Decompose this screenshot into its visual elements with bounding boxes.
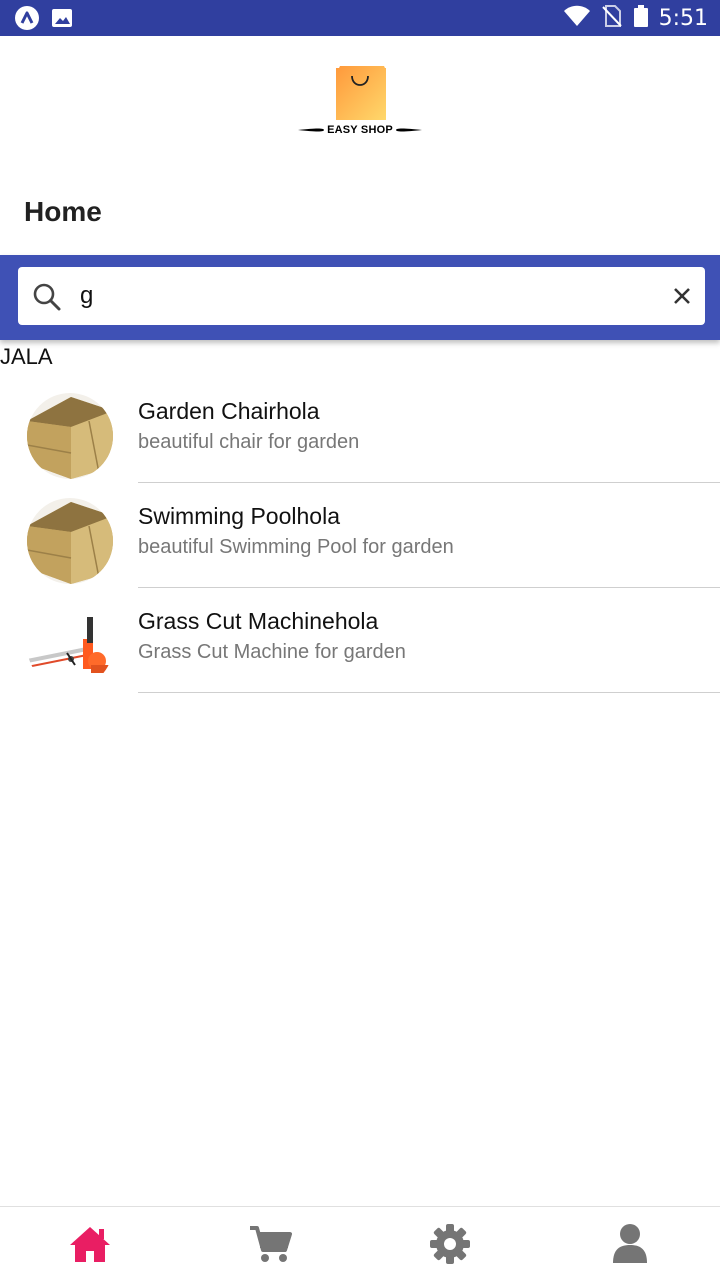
close-icon[interactable] [671, 285, 693, 307]
status-time: 5:51 [658, 5, 708, 31]
search-input[interactable] [80, 275, 640, 317]
battery-icon [633, 4, 649, 33]
easy-shop-logo: EASY SHOP [296, 62, 424, 140]
product-subtitle: beautiful chair for garden [138, 431, 360, 453]
product-title: Garden Chairhola [138, 398, 320, 424]
tab-cart[interactable] [180, 1207, 360, 1280]
cart-icon [250, 1226, 292, 1262]
wifi-icon [563, 4, 591, 33]
page-title: Home [24, 196, 102, 227]
search-bar-container [0, 255, 720, 340]
product-list: Garden Chairhola beautiful chair for gar… [0, 378, 720, 693]
bottom-nav [0, 1206, 720, 1280]
image-icon [50, 6, 74, 35]
product-title: Grass Cut Machinehola [138, 608, 379, 634]
user-icon [613, 1224, 647, 1263]
tab-profile[interactable] [540, 1207, 720, 1280]
app-launcher-icon [14, 5, 40, 36]
list-item[interactable]: Garden Chairhola beautiful chair for gar… [0, 378, 720, 483]
category-label: JALA [0, 344, 53, 369]
product-image [27, 498, 113, 584]
product-image [27, 393, 113, 479]
product-image [27, 603, 113, 689]
product-subtitle: Grass Cut Machine for garden [138, 641, 406, 663]
settings-icon [430, 1224, 470, 1264]
list-item[interactable]: Grass Cut Machinehola Grass Cut Machine … [0, 588, 720, 693]
tab-settings[interactable] [360, 1207, 540, 1280]
no-sim-icon [601, 4, 623, 33]
logo-text: EASY SHOP [327, 124, 393, 136]
search-icon[interactable] [32, 282, 62, 312]
divider [138, 692, 720, 693]
tab-home[interactable] [0, 1207, 180, 1280]
status-bar: 5:51 [0, 0, 720, 36]
home-icon [70, 1227, 110, 1262]
list-item[interactable]: Swimming Poolhola beautiful Swimming Poo… [0, 483, 720, 588]
product-title: Swimming Poolhola [138, 503, 340, 529]
product-subtitle: beautiful Swimming Pool for garden [138, 536, 454, 558]
search-box[interactable] [18, 267, 705, 325]
